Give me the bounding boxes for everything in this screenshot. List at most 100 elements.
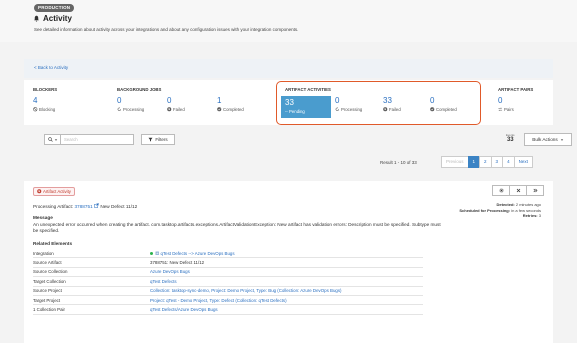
integration-icon — [154, 251, 159, 255]
bell-icon — [34, 15, 39, 22]
blockers-tile[interactable]: 4 Blocking — [33, 96, 83, 118]
search-field-select[interactable] — [44, 134, 61, 145]
tag-label: Artifact Activity — [43, 189, 71, 194]
pagination-previous[interactable]: Previous — [441, 156, 469, 168]
retries-label: Retries: — [522, 213, 538, 218]
related-key: Source Collection — [33, 269, 68, 275]
related-key: 1 Collection Pair — [33, 307, 65, 313]
processing-prefix: Processing Artifact: — [33, 204, 74, 209]
artifact-activities-highlight — [276, 81, 481, 125]
gear-icon — [499, 188, 503, 193]
external-link-icon[interactable] — [94, 203, 99, 208]
processing-artifact-line: Processing Artifact: 3788751 New Defect … — [33, 203, 137, 209]
activity-meta: Detected: 2 minutes ago Scheduled for Pr… — [459, 202, 541, 219]
processing-icon — [117, 107, 121, 112]
completed-icon — [217, 107, 222, 112]
expand-icon — [533, 188, 537, 193]
related-key: Integration — [33, 250, 54, 256]
activity-detail-card: Artifact Activity Processing Artifact: 3… — [24, 181, 553, 343]
dismiss-button[interactable] — [509, 185, 527, 196]
jobs-failed-status: Failed — [173, 107, 185, 112]
caret-down-icon — [560, 138, 563, 141]
scheduled-label: Scheduled for Processing: — [459, 207, 511, 213]
filters-button[interactable]: Filters — [141, 134, 175, 145]
related-key: Source Artifact — [33, 260, 62, 266]
results-count: Result 1 - 10 of 33 — [380, 160, 417, 165]
table-row: 1 Collection Pair qTest Defects/Azure De… — [33, 305, 423, 315]
environment-badge: PRODUCTION — [34, 4, 75, 12]
activity-page: PRODUCTION Activity See detailed informa… — [0, 0, 577, 343]
related-key: Target Collection — [33, 278, 66, 284]
back-bar: < Back to Activity — [24, 59, 553, 78]
integration-link[interactable]: qTest Defects --> Azure DevOps Bugs — [150, 251, 235, 256]
jobs-completed-count: 1 — [217, 96, 222, 105]
source-project-link[interactable]: Collection: tasktop-sync-demo, Project: … — [150, 288, 341, 293]
search-input[interactable]: Search — [61, 134, 134, 145]
artifact-pairs-status: Pairs — [504, 107, 514, 112]
scheduled-value: in a few seconds — [511, 207, 541, 213]
events-count: 33 — [506, 137, 514, 143]
related-value: qTest Defects --> Azure DevOps Bugs — [160, 250, 235, 256]
related-key: Source Project — [33, 288, 62, 294]
table-row: Target Collection qTest Defects — [33, 277, 423, 287]
retries-value: 3 — [538, 213, 541, 218]
blockers-status: Blocking — [39, 107, 56, 112]
settings-button[interactable] — [492, 185, 510, 196]
related-key: Target Project — [33, 297, 61, 303]
artifact-activity-tag: Artifact Activity — [33, 187, 75, 196]
title-row: Activity — [33, 14, 72, 23]
table-row: Source Collection Azure DevOps Bugs — [33, 268, 423, 278]
caret-down-icon — [54, 138, 57, 141]
related-elements-heading: Related Elements — [33, 241, 73, 246]
close-icon — [516, 188, 520, 193]
artifact-pairs-count: 0 — [498, 96, 503, 105]
jobs-processing-status: Processing — [123, 107, 145, 112]
back-to-activity-link[interactable]: < Back to Activity — [34, 65, 68, 70]
related-elements-table: Integration qTest Defects --> Azure DevO… — [33, 249, 423, 315]
related-value: 3788751: New Defect 11/12 — [150, 260, 205, 266]
jobs-completed-tile[interactable]: 1 Completed — [217, 96, 267, 118]
artifact-suffix: New Defect 11/12 — [100, 204, 138, 209]
detail-actions — [492, 185, 544, 196]
target-collection-link[interactable]: qTest Defects — [150, 279, 177, 284]
error-icon — [37, 189, 42, 194]
expand-button[interactable] — [526, 185, 544, 196]
pagination-next[interactable]: Next — [513, 156, 533, 168]
filters-label: Filters — [155, 137, 168, 142]
page-title: Activity — [43, 14, 72, 23]
background-jobs-label: BACKGROUND JOBS — [117, 87, 162, 92]
bulk-actions-label: Bulk Actions — [532, 137, 558, 142]
blockers-count: 4 — [33, 96, 38, 105]
message-heading: Message — [33, 215, 53, 220]
table-row: Source Artifact 3788751: New Defect 11/1… — [33, 258, 423, 268]
blockers-label: BLOCKERS — [33, 87, 58, 92]
events-counter: Events 33 — [506, 133, 515, 143]
status-dot-icon — [150, 251, 153, 255]
target-project-link[interactable]: Project: qTest - Demo Project, Type: Def… — [150, 298, 287, 303]
bulk-actions-button[interactable]: Bulk Actions — [524, 133, 572, 146]
jobs-processing-tile[interactable]: 0 Processing — [117, 96, 167, 118]
collection-pair-link[interactable]: qTest Defects/Azure DevOps Bugs — [150, 307, 218, 312]
jobs-failed-tile[interactable]: 0 Failed — [167, 96, 217, 118]
detected-value: 2 minutes ago — [515, 202, 541, 207]
table-row: Target Project Project: qTest - Demo Pro… — [33, 296, 423, 306]
artifact-link[interactable]: 3788751 — [74, 204, 92, 209]
table-row: Integration qTest Defects --> Azure DevO… — [33, 249, 423, 259]
pairs-icon — [498, 107, 503, 112]
page-subtitle: See detailed information about activity … — [34, 27, 299, 32]
blocking-icon — [33, 107, 38, 112]
search-icon — [47, 137, 53, 142]
artifact-pairs-label: ARTIFACT PAIRS — [498, 87, 534, 92]
pagination: Previous 1 2 3 4 Next — [441, 156, 533, 168]
jobs-failed-count: 0 — [167, 96, 172, 105]
artifact-pairs-tile[interactable]: 0 Pairs — [498, 96, 548, 118]
detected-label: Detected: — [496, 202, 515, 207]
filter-icon — [148, 137, 153, 142]
jobs-processing-count: 0 — [117, 96, 122, 105]
source-collection-link[interactable]: Azure DevOps Bugs — [150, 269, 190, 274]
error-message: An unexpected error occurred when creati… — [33, 222, 441, 234]
failed-icon — [167, 107, 172, 112]
page-header: PRODUCTION Activity See detailed informa… — [0, 0, 577, 42]
table-row: Source Project Collection: tasktop-sync-… — [33, 287, 423, 296]
filter-toolbar: Search Filters Events 33 Bulk Actions — [24, 131, 572, 149]
